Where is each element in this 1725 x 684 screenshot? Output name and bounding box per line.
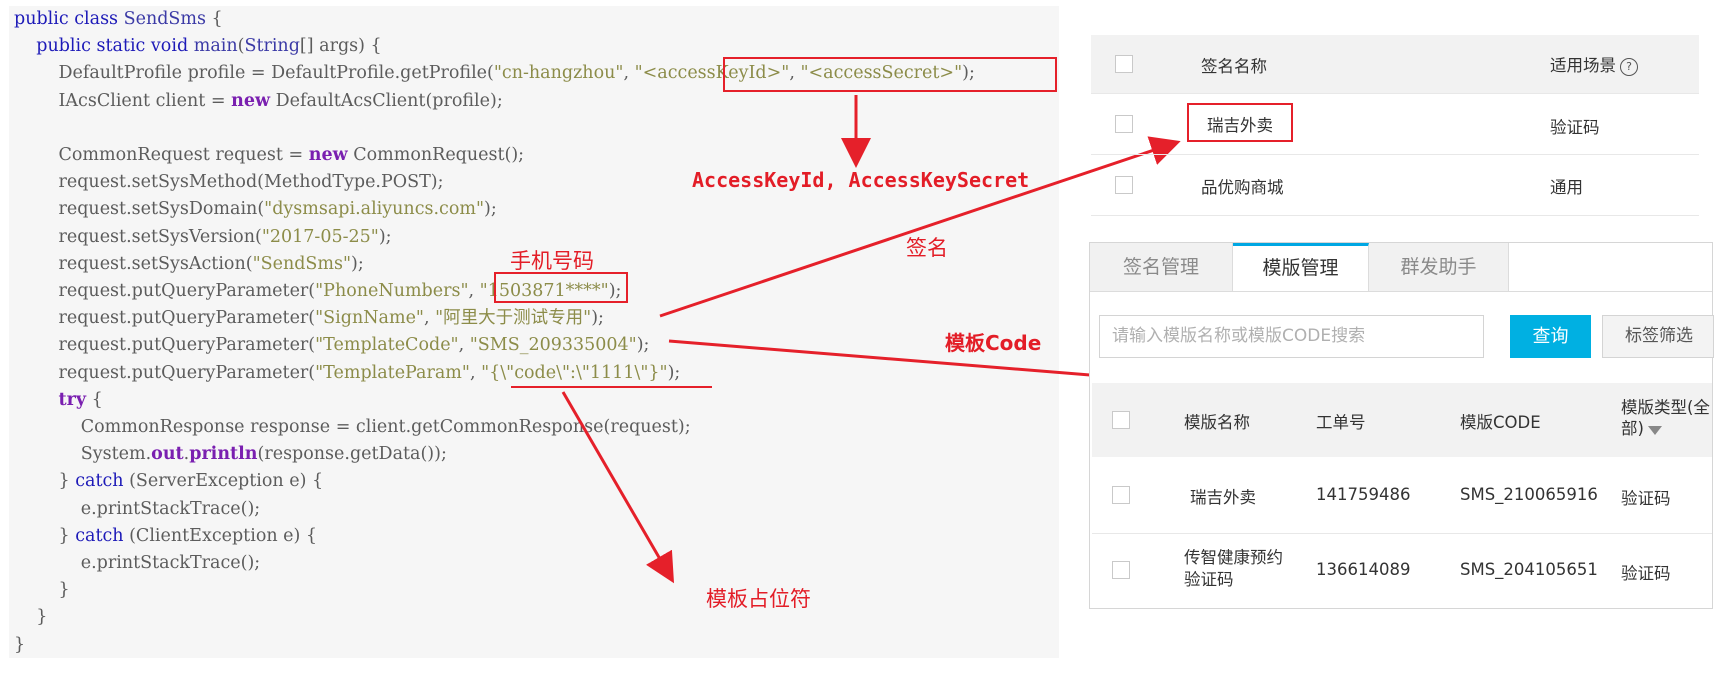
table-row: 瑞吉外卖 验证码: [1091, 94, 1699, 155]
filter-funnel-icon[interactable]: [1647, 426, 1662, 435]
template-code-label: 模板Code: [945, 331, 1042, 355]
template-name-line1: 传智健康预约: [1184, 548, 1283, 567]
row-checkbox[interactable]: [1112, 486, 1130, 504]
template-search-input[interactable]: 请输入模版名称或模版CODE搜索: [1099, 315, 1484, 358]
sign-name: 瑞吉外卖: [1207, 116, 1273, 135]
table-row: 传智健康预约 验证码 136614089 SMS_204105651 验证码: [1092, 533, 1712, 607]
template-table-header: 模版名称 工单号 模版CODE 模版类型(全 部): [1092, 383, 1712, 457]
column-header-scene: 适用场景?: [1550, 52, 1638, 76]
template-code: SMS_204105651: [1460, 560, 1598, 579]
row-checkbox[interactable]: [1112, 561, 1130, 579]
placeholder-label: 模板占位符: [706, 587, 811, 611]
query-button[interactable]: 查询: [1510, 315, 1591, 358]
phone-label: 手机号码: [510, 249, 594, 273]
tab-bar: 签名管理 模版管理 群发助手: [1090, 243, 1712, 292]
tag-filter-button[interactable]: 标签筛选: [1602, 315, 1714, 358]
template-panel: 签名管理 模版管理 群发助手 请输入模版名称或模版CODE搜索 查询 标签筛选 …: [1089, 242, 1714, 609]
order-number: 136614089: [1316, 560, 1411, 579]
table-row: 品优购商城 通用: [1091, 155, 1699, 216]
column-header-template-name: 模版名称: [1184, 413, 1250, 432]
sign-name: 品优购商城: [1201, 178, 1284, 197]
tab-sign-management[interactable]: 签名管理: [1090, 243, 1233, 291]
row-checkbox[interactable]: [1115, 115, 1133, 133]
signature-table: 签名名称 适用场景? 瑞吉外卖 验证码 品优购商城 通用: [1091, 35, 1699, 216]
scene: 通用: [1550, 178, 1583, 197]
order-number: 141759486: [1316, 485, 1411, 504]
column-header-template-code: 模版CODE: [1460, 413, 1541, 432]
row-checkbox[interactable]: [1115, 176, 1133, 194]
help-icon[interactable]: ?: [1620, 58, 1638, 76]
template-type: 验证码: [1621, 489, 1671, 508]
placeholder-arrow: [561, 391, 675, 584]
column-header-scene-label: 适用场景: [1550, 56, 1616, 75]
scene: 验证码: [1550, 118, 1600, 137]
select-all-checkbox[interactable]: [1112, 411, 1130, 429]
template-name-line2: 验证码: [1184, 570, 1234, 589]
signature-table-header: 签名名称 适用场景?: [1091, 35, 1699, 94]
column-header-template-type-line2: 部): [1621, 419, 1644, 438]
select-all-checkbox[interactable]: [1115, 55, 1133, 73]
template-name: 传智健康预约 验证码: [1184, 547, 1283, 591]
tab-template-management[interactable]: 模版管理: [1233, 243, 1369, 291]
template-type: 验证码: [1621, 564, 1671, 583]
column-header-order-number: 工单号: [1316, 413, 1366, 432]
template-code: SMS_210065916: [1460, 485, 1598, 504]
table-row: 瑞吉外卖 141759486 SMS_210065916 验证码: [1092, 457, 1712, 534]
template-name: 瑞吉外卖: [1190, 488, 1256, 507]
column-header-template-type-line1: 模版类型(全: [1621, 398, 1710, 417]
sign-label: 签名: [906, 236, 948, 260]
tab-bulk-send-assistant[interactable]: 群发助手: [1369, 243, 1509, 291]
access-key-label: AccessKeyId, AccessKeySecret: [692, 168, 1030, 192]
column-header-sign-name: 签名名称: [1201, 57, 1267, 76]
column-header-template-type[interactable]: 模版类型(全 部): [1621, 397, 1710, 439]
